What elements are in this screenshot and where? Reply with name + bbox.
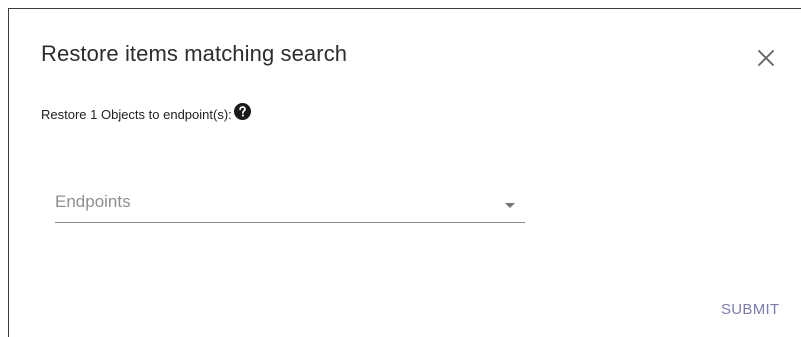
chevron-down-icon (505, 203, 515, 208)
endpoints-select-placeholder: Endpoints (55, 192, 131, 211)
close-button[interactable] (755, 47, 777, 69)
restore-description: Restore 1 Objects to endpoint(s): (41, 103, 251, 122)
close-icon (758, 50, 774, 66)
endpoints-select[interactable]: Endpoints (55, 187, 525, 223)
restore-dialog: Restore items matching search Restore 1 … (8, 8, 801, 337)
dialog-title: Restore items matching search (41, 41, 348, 66)
submit-button[interactable]: SUBMIT (721, 301, 779, 318)
restore-description-text: Restore 1 Objects to endpoint(s): (41, 107, 232, 122)
help-icon[interactable] (233, 103, 251, 120)
